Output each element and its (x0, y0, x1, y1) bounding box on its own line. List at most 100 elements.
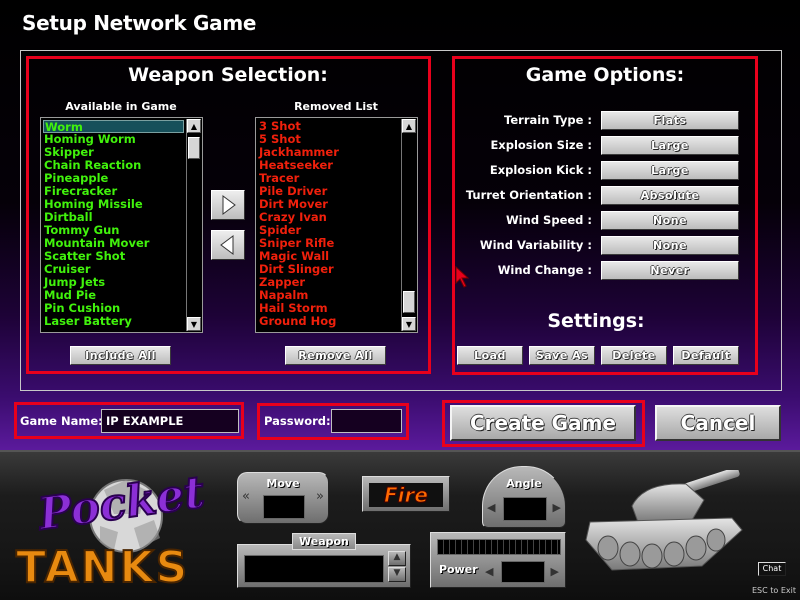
scroll-down-icon[interactable]: ▼ (187, 317, 201, 331)
scroll-thumb[interactable] (403, 291, 415, 313)
angle-left-icon[interactable]: ◀ (487, 501, 495, 514)
power-label: Power (439, 563, 478, 576)
game-options-heading: Game Options: (525, 64, 685, 86)
option-value-dropdown[interactable]: None (601, 236, 739, 255)
list-item[interactable]: Sniper Rifle (258, 237, 399, 250)
tank-control-bar: Pocket TANKS Move « » Fire Angle ◀ ▶ Wea… (0, 450, 800, 600)
password-label: Password: (264, 414, 331, 428)
weapon-up-icon[interactable]: ▲ (388, 551, 406, 566)
list-item[interactable]: Cruiser (43, 263, 184, 276)
chat-label: Chat (759, 563, 785, 575)
list-item[interactable]: Laser Battery (43, 315, 184, 328)
list-item[interactable]: Jackhammer (258, 146, 399, 159)
mouse-cursor-icon (455, 266, 470, 288)
option-value-dropdown[interactable]: None (601, 211, 739, 230)
list-item[interactable]: Pineapple (43, 172, 184, 185)
cancel-button[interactable]: Cancel (655, 405, 781, 441)
move-right-icon[interactable]: » (316, 489, 324, 504)
password-input[interactable] (331, 409, 402, 433)
option-label: Terrain Type : (504, 113, 592, 127)
move-to-available-button[interactable] (211, 230, 245, 260)
scroll-up-icon[interactable]: ▲ (402, 119, 416, 133)
list-item[interactable]: Homing Worm (43, 133, 184, 146)
option-label: Wind Change : (497, 263, 592, 277)
list-item[interactable]: Worm (43, 120, 184, 133)
list-item[interactable]: Spider (258, 224, 399, 237)
tank-icon (585, 470, 743, 571)
option-value-dropdown[interactable]: Never (601, 261, 739, 280)
list-item[interactable]: Jump Jets (43, 276, 184, 289)
power-left-icon[interactable]: ◀ (485, 565, 493, 578)
window-title: Setup Network Game (22, 11, 257, 35)
angle-label: Angle (506, 477, 542, 490)
removed-header: Removed List (294, 100, 378, 113)
list-item[interactable]: 5 Shot (258, 133, 399, 146)
game-name-input[interactable]: IP EXAMPLE (101, 409, 239, 433)
list-item[interactable]: Napalm (258, 289, 399, 302)
list-item[interactable]: Tommy Gun (43, 224, 184, 237)
scroll-down-icon[interactable]: ▼ (402, 317, 416, 331)
list-item[interactable]: Pin Cushion (43, 302, 184, 315)
power-display (501, 561, 545, 583)
removed-scrollbar[interactable]: ▲ ▼ (401, 119, 416, 331)
save-as-button[interactable]: Save As (529, 346, 595, 365)
option-label: Wind Variability : (479, 238, 592, 252)
default-button[interactable]: Default (673, 346, 739, 365)
option-value-dropdown[interactable]: Absolute (601, 186, 739, 205)
list-item[interactable]: Skipper (43, 146, 184, 159)
option-label: Turret Orientation : (465, 188, 592, 202)
list-item[interactable]: Magic Wall (258, 250, 399, 263)
available-list[interactable]: Worm Homing Worm Skipper Chain Reaction Pine… (40, 117, 203, 333)
option-value-dropdown[interactable]: Large (601, 136, 739, 155)
list-item[interactable]: Zapper (258, 276, 399, 289)
weapon-down-icon[interactable]: ▼ (388, 567, 406, 582)
delete-button[interactable]: Delete (601, 346, 667, 365)
list-item[interactable]: 3 Shot (258, 120, 399, 133)
remove-all-button[interactable]: Remove All (285, 346, 386, 365)
list-item[interactable]: Mud Pie (43, 289, 184, 302)
pocket-tanks-logo: Pocket TANKS (14, 466, 226, 596)
list-item[interactable]: Pile Driver (258, 185, 399, 198)
move-control: Move « » (237, 472, 329, 524)
weapon-control: Weapon ▲ ▼ (237, 533, 411, 588)
move-to-removed-button[interactable] (211, 190, 245, 220)
list-item[interactable]: Firecracker (43, 185, 184, 198)
triangle-right-icon (222, 195, 236, 215)
chat-button[interactable]: Chat (758, 562, 786, 576)
list-item[interactable]: Dirt Mover (258, 198, 399, 211)
include-all-button[interactable]: Include All (70, 346, 171, 365)
option-label: Explosion Kick : (489, 163, 592, 177)
list-item[interactable]: Heatseeker (258, 159, 399, 172)
option-value-dropdown[interactable]: Large (601, 161, 739, 180)
list-item[interactable]: Crazy Ivan (258, 211, 399, 224)
available-scrollbar[interactable]: ▲ ▼ (186, 119, 201, 331)
removed-list[interactable]: 3 Shot 5 Shot Jackhammer Heatseeker Tracer Pi… (255, 117, 418, 333)
power-meter (437, 539, 561, 555)
weapon-display (244, 555, 384, 583)
list-item[interactable]: Ground Hog (258, 315, 399, 328)
load-button[interactable]: Load (457, 346, 523, 365)
option-value-dropdown[interactable]: Flats (601, 111, 739, 130)
angle-control: Angle ◀ ▶ (482, 466, 566, 528)
scroll-thumb[interactable] (188, 137, 200, 159)
option-label: Wind Speed : (506, 213, 592, 227)
triangle-left-icon (220, 235, 234, 255)
list-item[interactable]: Hail Storm (258, 302, 399, 315)
list-item[interactable]: Scatter Shot (43, 250, 184, 263)
move-left-icon[interactable]: « (242, 489, 250, 504)
angle-display (503, 497, 547, 521)
create-game-button[interactable]: Create Game (450, 405, 636, 441)
list-item[interactable]: Dirtball (43, 211, 184, 224)
list-item[interactable]: Chain Reaction (43, 159, 184, 172)
setup-screen: Setup Network Game Weapon Selection: Ava… (0, 0, 800, 450)
list-item[interactable]: Dirt Slinger (258, 263, 399, 276)
list-item[interactable]: Tracer (258, 172, 399, 185)
list-item[interactable]: Homing Missile (43, 198, 184, 211)
move-label: Move (266, 477, 300, 490)
scroll-up-icon[interactable]: ▲ (187, 119, 201, 133)
power-right-icon[interactable]: ▶ (551, 565, 559, 578)
angle-right-icon[interactable]: ▶ (553, 501, 561, 514)
fire-button[interactable]: Fire (362, 476, 450, 512)
list-item[interactable]: Mountain Mover (43, 237, 184, 250)
logo-tanks-text: TANKS (15, 541, 190, 594)
